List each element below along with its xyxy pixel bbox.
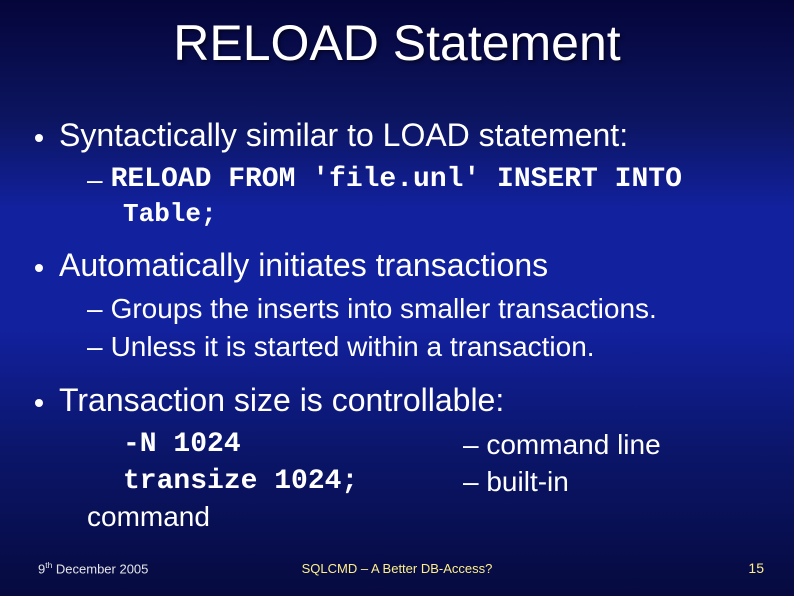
slide-title: RELOAD Statement [0,14,794,72]
slide: RELOAD Statement Syntactically similar t… [0,0,794,596]
bullet-item: Transaction size is controllable: [35,380,769,422]
bullet-item: Automatically initiates transactions [35,245,769,287]
bullet-text: Syntactically similar to LOAD statement: [59,115,628,157]
dash-icon: – [463,466,479,497]
dash-icon: – [87,161,103,199]
code-text: transize 1024; [123,463,463,501]
code-text: Table; [123,198,769,231]
right-text: built-in [486,466,568,497]
code-text: -N 1024 [123,426,463,464]
sub-bullet-text: Unless it is started within a transactio… [111,328,595,366]
code-text: RELOAD FROM 'file.unl' INSERT INTO [111,161,682,199]
sub-bullet: – Unless it is started within a transact… [87,328,769,366]
sub-bullet-text: Groups the inserts into smaller transact… [111,290,657,328]
dash-icon: – [87,328,103,366]
right-col: – built-in [463,463,769,501]
bullet-text: Transaction size is controllable: [59,380,504,422]
bullet-text: Automatically initiates transactions [59,245,548,287]
two-column-row: -N 1024 – command line [123,426,769,464]
bullet-dot-icon [35,264,43,272]
slide-content: Syntactically similar to LOAD statement:… [35,115,769,533]
dash-icon: – [463,429,479,460]
dash-icon: – [87,290,103,328]
two-column-row: transize 1024; – built-in [123,463,769,501]
bullet-item: Syntactically similar to LOAD statement: [35,115,769,157]
footer-page-number: 15 [748,560,764,576]
sub-bullet: – Groups the inserts into smaller transa… [87,290,769,328]
bullet-dot-icon [35,399,43,407]
bullet-dot-icon [35,134,43,142]
right-col: – command line [463,426,769,464]
footer-center: SQLCMD – A Better DB-Access? [0,561,794,576]
sub-bullet: – RELOAD FROM 'file.unl' INSERT INTO [87,161,769,199]
sub-text: command [87,501,769,533]
right-text: command line [486,429,660,460]
